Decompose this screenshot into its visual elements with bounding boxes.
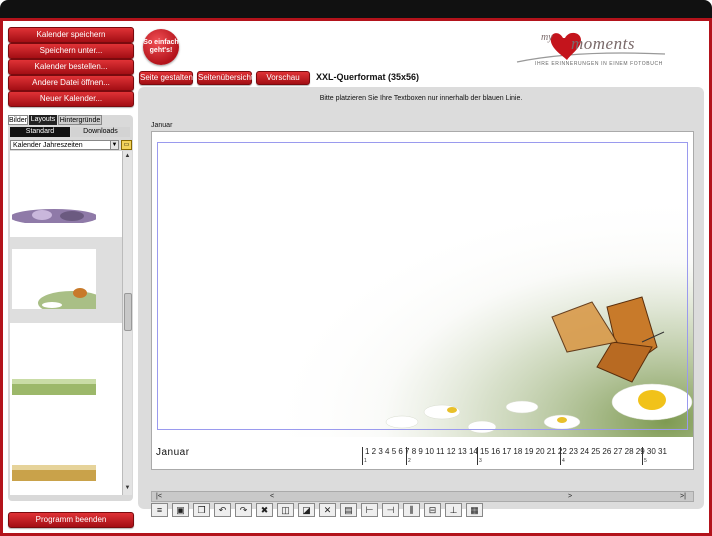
background-category-select[interactable]: Kalender Jahreszeiten [10, 140, 118, 150]
align-bottom-icon[interactable]: ⊥ [445, 503, 462, 517]
tab-backgrounds[interactable]: Hintergründe [58, 115, 102, 125]
remove-frame-icon[interactable]: ✕ [319, 503, 336, 517]
open-other-file-button[interactable]: Andere Datei öffnen... [8, 75, 134, 91]
thumbnail-golden-grass [12, 421, 96, 481]
align-center-icon[interactable]: ⊣ [382, 503, 399, 517]
list-item[interactable] [10, 409, 122, 495]
help-badge-label: So einfach geht's! [143, 39, 179, 54]
text-box-icon[interactable]: ≡ [151, 503, 168, 517]
tab-page-overview[interactable]: Seitenübersicht [197, 71, 253, 85]
scroll-last-icon[interactable]: >| [680, 492, 686, 501]
week-number: 3 [479, 458, 482, 464]
calendar-page-canvas[interactable]: Januar 1 2 3 4 5 6 7 8 9 10 11 12 13 14 … [151, 131, 694, 470]
calendar-month: Januar [156, 447, 190, 458]
week-markers: 1 2 3 4 5 [362, 447, 687, 465]
tab-images[interactable]: Bilder [8, 115, 28, 125]
exit-program-button[interactable]: Programm beenden [8, 512, 134, 528]
new-calendar-button[interactable]: Neuer Kalender... [8, 91, 134, 107]
scroll-up-icon[interactable]: ▲ [123, 153, 132, 159]
thumbnail-butterfly-meadow [12, 249, 96, 309]
logo-tagline: IHRE ERINNERUNGEN IN EINEM FOTOBUCH [535, 61, 663, 67]
align-middle-icon[interactable]: ⊟ [424, 503, 441, 517]
placement-hint: Bitte platzieren Sie Ihre Textboxen nur … [319, 95, 523, 102]
tab-standard[interactable]: Standard [10, 127, 70, 137]
top-bar [0, 0, 712, 20]
chevron-down-icon[interactable]: ▼ [110, 140, 119, 150]
left-border [0, 20, 3, 536]
top-red-stripe [0, 18, 712, 21]
logo-moments: moments [571, 34, 635, 53]
rotate-left-icon[interactable]: ↶ [214, 503, 231, 517]
help-badge-button[interactable]: So einfach geht's! [143, 29, 179, 65]
list-item[interactable] [10, 237, 122, 323]
scroll-first-icon[interactable]: |< [156, 492, 162, 501]
calendar-strip: Januar 1 2 3 4 5 6 7 8 9 10 11 12 13 14 … [152, 437, 693, 469]
tab-preview[interactable]: Vorschau [256, 71, 310, 85]
list-item[interactable] [10, 323, 122, 409]
tab-design-page[interactable]: Seite gestalten [139, 71, 193, 85]
thumbnail-green-grass [12, 335, 96, 395]
scroll-left-icon[interactable]: < [270, 492, 274, 501]
week-number: 5 [644, 458, 647, 464]
frame-color-icon[interactable]: ▤ [340, 503, 357, 517]
save-as-button[interactable]: Speichern unter... [8, 43, 134, 59]
scrollbar-thumb[interactable] [124, 293, 132, 331]
align-left-icon[interactable]: ⊢ [361, 503, 378, 517]
thumbnail-purple-flowers [12, 163, 96, 223]
week-number: 1 [364, 458, 367, 464]
week-number: 2 [408, 458, 411, 464]
distribute-icon[interactable]: ⫼ [403, 503, 420, 517]
logo-my: my [541, 32, 553, 43]
tab-downloads[interactable]: Downloads [71, 127, 130, 137]
background-thumbnail-list [10, 151, 122, 495]
delete-icon[interactable]: ✖ [256, 503, 273, 517]
list-item[interactable] [10, 151, 122, 237]
send-backward-icon[interactable]: ◪ [298, 503, 315, 517]
save-calendar-button[interactable]: Kalender speichern [8, 27, 134, 43]
text-boundary-guide [157, 142, 688, 430]
duplicate-icon[interactable]: ❐ [193, 503, 210, 517]
tab-layouts[interactable]: Layouts [29, 115, 57, 125]
scroll-down-icon[interactable]: ▼ [123, 485, 132, 491]
rotate-right-icon[interactable]: ↷ [235, 503, 252, 517]
image-box-icon[interactable]: ▣ [172, 503, 189, 517]
grid-icon[interactable]: ▦ [466, 503, 483, 517]
thumbnail-scrollbar[interactable]: ▲ ▼ [122, 151, 132, 495]
folder-icon[interactable]: ▭ [121, 140, 132, 150]
order-calendar-button[interactable]: Kalender bestellen... [8, 59, 134, 75]
format-title: XXL-Querformat (35x56) [316, 72, 420, 82]
brand-logo: my moments IHRE ERINNERUNGEN IN EINEM FO… [515, 28, 675, 74]
bring-forward-icon[interactable]: ◫ [277, 503, 294, 517]
horizontal-scrollbar[interactable]: |< < > >| [151, 491, 694, 502]
page-label: Januar [151, 122, 173, 129]
week-number: 4 [562, 458, 565, 464]
scroll-right-icon[interactable]: > [568, 492, 572, 501]
editor-toolbar: ≡ ▣ ❐ ↶ ↷ ✖ ◫ ◪ ✕ ▤ ⊢ ⊣ ⫼ ⊟ ⊥ ▦ [151, 503, 483, 517]
